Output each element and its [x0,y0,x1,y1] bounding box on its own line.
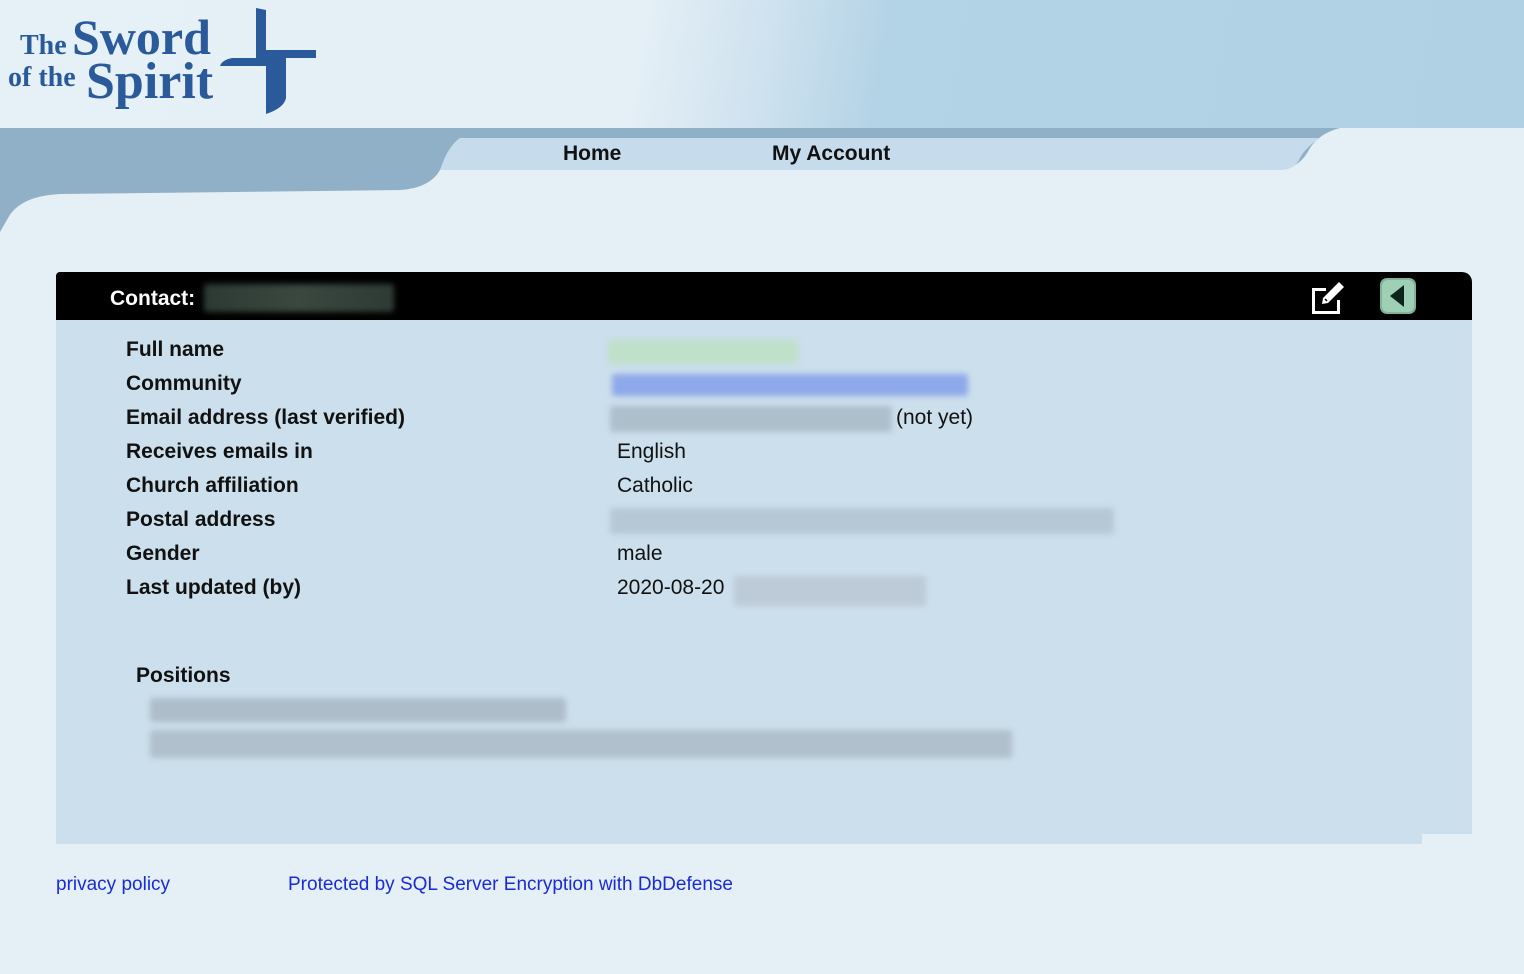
redacted-postal-address [610,508,1114,534]
contact-details-panel: Full name Community Email address (last … [56,320,1472,834]
back-arrow-icon[interactable] [1378,277,1418,315]
redacted-updated-by [734,576,926,606]
site-header: The Sword of the Spirit [0,0,1524,128]
redacted-contact-name [204,284,394,312]
contact-title: Contact: [110,287,196,310]
gender-label: Gender [126,542,200,565]
email-label: Email address (last verified) [126,406,405,429]
contact-panel-bottom [56,834,1422,844]
redacted-position-item [150,730,1012,758]
redacted-position-item [150,698,566,722]
site-logo[interactable]: The Sword of the Spirit [0,0,330,128]
redacted-full-name [608,340,798,364]
cross-icon [220,8,316,114]
redacted-community-link[interactable] [612,374,968,396]
last-updated-label: Last updated (by) [126,576,302,599]
positions-heading: Positions [136,664,231,687]
page: The Sword of the Spirit Home My Account … [0,0,1524,974]
postal-address-label: Postal address [126,508,276,531]
main-nav: Home My Account [0,138,1524,172]
email-status: (not yet) [896,406,974,429]
gender-value: male [617,542,663,565]
language-value: English [617,440,686,463]
privacy-policy-link[interactable]: privacy policy [56,874,170,896]
full-name-label: Full name [126,338,225,361]
church-affiliation-value: Catholic [617,474,693,497]
contact-header-bar: Contact: [56,272,1472,320]
church-affiliation-label: Church affiliation [126,474,299,497]
redacted-email [610,406,892,432]
edit-icon[interactable] [1308,278,1348,316]
dbdefense-link[interactable]: Protected by SQL Server Encryption with … [288,874,733,896]
last-updated-date: 2020-08-20 [617,576,725,599]
community-label: Community [126,372,242,395]
language-label: Receives emails in [126,440,313,463]
nav-my-account-link[interactable]: My Account [772,142,890,166]
nav-home-link[interactable]: Home [563,142,621,166]
